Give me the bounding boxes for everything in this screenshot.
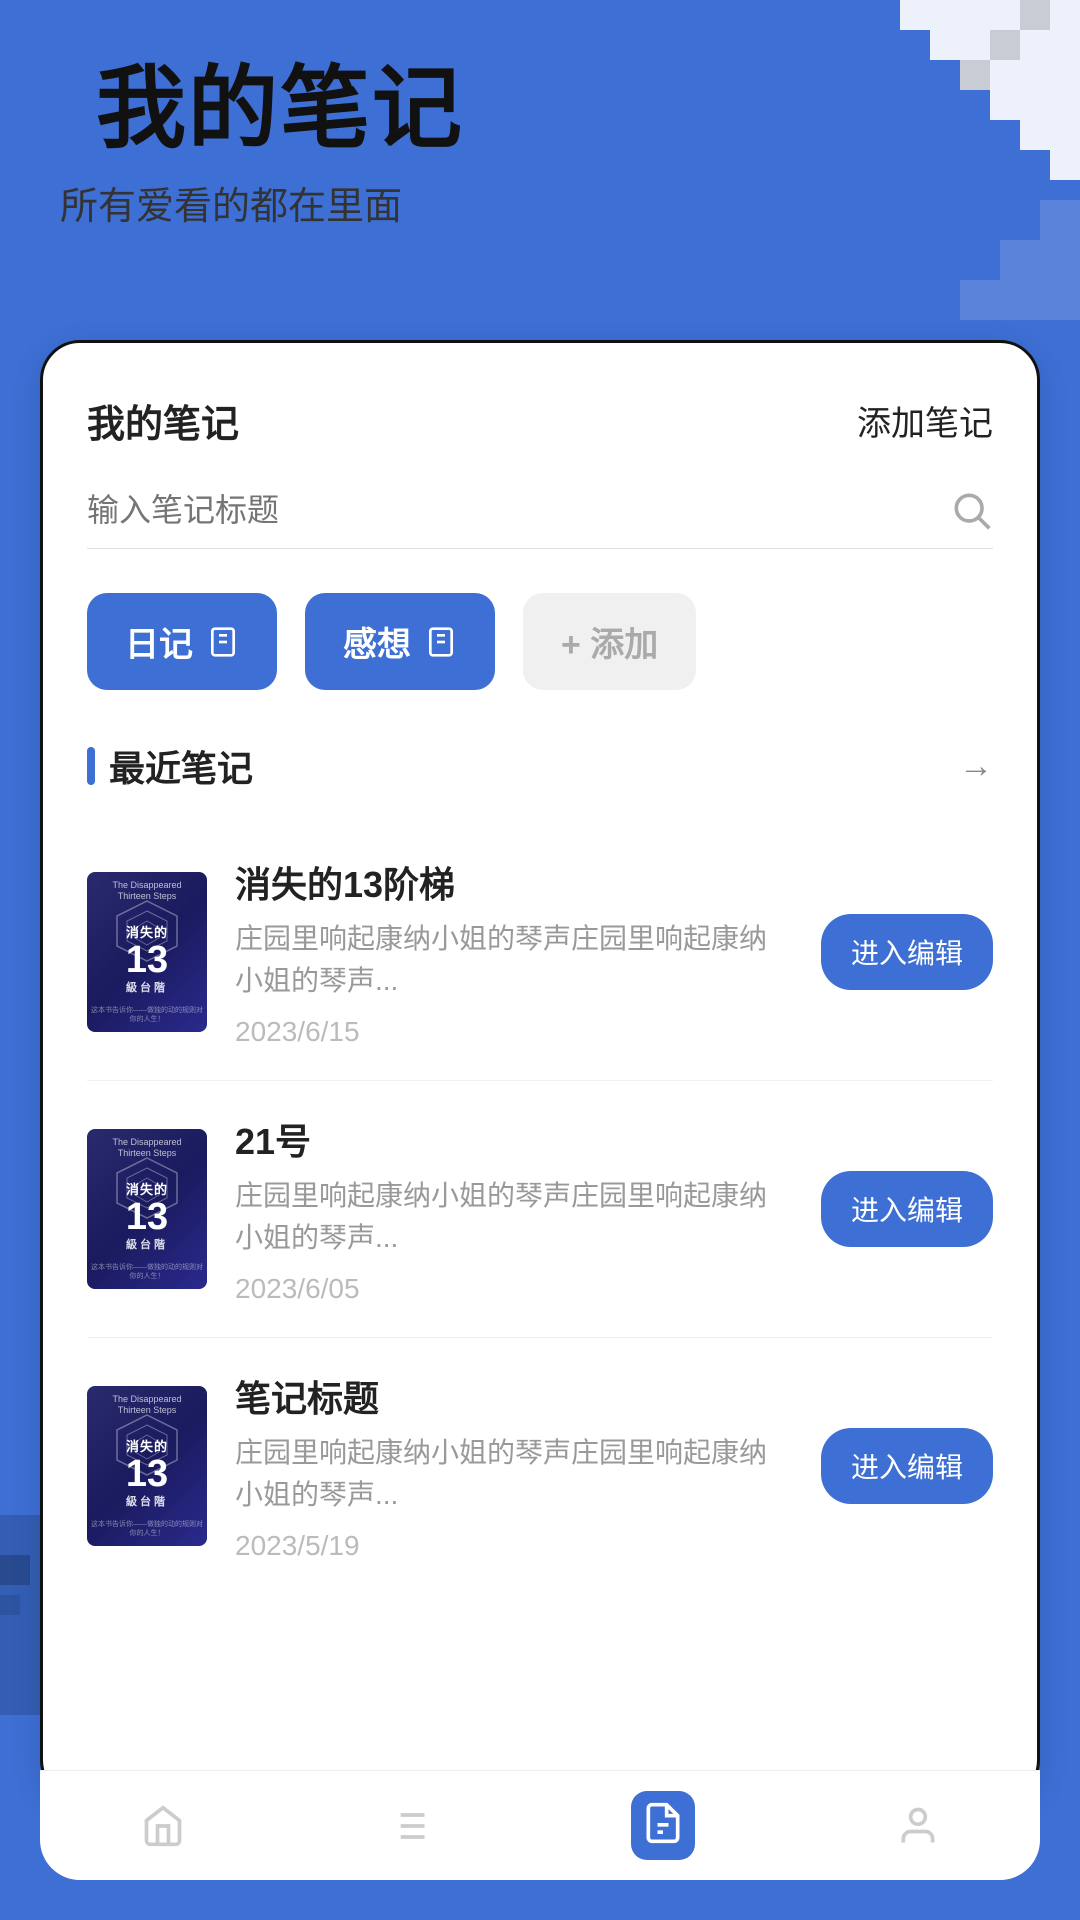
book-num-3: 13 [87, 1455, 207, 1493]
page-title: 我的笔记 [96, 60, 1020, 159]
book-cover-3: The DisappearedThirteen Steps 消失的 13 級台階… [87, 1386, 207, 1546]
category-diary[interactable]: 日记 [87, 593, 277, 690]
card-title: 我的笔记 [87, 393, 239, 448]
note-date-3: 2023/5/19 [235, 1530, 793, 1562]
note-content-2: 21号 庄园里响起康纳小姐的琴声庄园里响起康纳小姐的琴声... 2023/6/0… [235, 1113, 793, 1305]
book-zh-bot-1: 級台階 [87, 979, 207, 995]
note-excerpt-1: 庄园里响起康纳小姐的琴声庄园里响起康纳小姐的琴声... [235, 918, 793, 1002]
book-desc-3: 这本书告诉你——做独的动的规则对你的人生！ [91, 1520, 203, 1538]
accent-bar-2 [60, 116, 78, 144]
book-num-1: 13 [87, 941, 207, 979]
section-title: 最近笔记 [109, 740, 253, 792]
note-date-2: 2023/6/05 [235, 1273, 793, 1305]
notes-icon-active-bg [631, 1791, 695, 1860]
book-cover-2: The DisappearedThirteen Steps 消失的 13 級台階… [87, 1129, 207, 1289]
nav-list[interactable] [386, 1804, 430, 1848]
home-icon [141, 1804, 185, 1848]
category-review[interactable]: 感想 [305, 593, 495, 690]
book-num-2: 13 [87, 1198, 207, 1236]
category-review-label: 感想 [343, 617, 411, 666]
note-title-2: 21号 [235, 1113, 793, 1165]
note-content-1: 消失的13阶梯 庄园里响起康纳小姐的琴声庄园里响起康纳小姐的琴声... 2023… [235, 856, 793, 1048]
book-cover-1: The DisappearedThirteen Steps 消失的 13 級台階… [87, 872, 207, 1032]
main-card: 我的笔记 添加笔记 日记 感想 + 添 [40, 340, 1040, 1800]
note-list: The DisappearedThirteen Steps 消失的 13 級台階… [87, 824, 993, 1594]
note-item: The DisappearedThirteen Steps 消失的 13 級台階… [87, 824, 993, 1081]
section-more-arrow[interactable]: → [959, 747, 993, 786]
section-header: 最近笔记 → [87, 740, 993, 792]
page-subtitle: 所有爱看的都在里面 [60, 175, 1020, 230]
accent-bar-3 [60, 154, 78, 182]
search-bar [87, 488, 993, 549]
edit-button-1[interactable]: 进入编辑 [821, 914, 993, 990]
review-icon [425, 626, 457, 658]
edit-button-2[interactable]: 进入编辑 [821, 1171, 993, 1247]
note-excerpt-2: 庄园里响起康纳小姐的琴声庄园里响起康纳小姐的琴声... [235, 1175, 793, 1259]
book-desc-1: 这本书告诉你——做独的动的规则对你的人生！ [91, 1006, 203, 1024]
edit-button-3[interactable]: 进入编辑 [821, 1428, 993, 1504]
nav-profile[interactable] [896, 1804, 940, 1848]
note-item-2: The DisappearedThirteen Steps 消失的 13 級台階… [87, 1081, 993, 1338]
profile-icon [896, 1804, 940, 1848]
title-accent-bars [60, 78, 78, 182]
diary-icon [207, 626, 239, 658]
bottom-nav [40, 1770, 1040, 1880]
search-icon[interactable] [949, 488, 993, 532]
note-title-1: 消失的13阶梯 [235, 856, 793, 908]
section-title-wrap: 最近笔记 [87, 740, 253, 792]
category-add[interactable]: + 添加 [523, 593, 696, 690]
book-zh-bot-3: 級台階 [87, 1493, 207, 1509]
nav-notes-active[interactable] [631, 1791, 695, 1860]
accent-bar-1 [60, 78, 78, 106]
nav-home[interactable] [141, 1804, 185, 1848]
note-date-1: 2023/6/15 [235, 1016, 793, 1048]
category-add-label: + 添加 [561, 617, 658, 666]
card-header: 我的笔记 添加笔记 [87, 393, 993, 448]
note-content-3: 笔记标题 庄园里响起康纳小姐的琴声庄园里响起康纳小姐的琴声... 2023/5/… [235, 1370, 793, 1562]
page-header: 我的笔记 所有爱看的都在里面 [60, 60, 1020, 230]
search-input[interactable] [87, 492, 949, 529]
note-item-3: The DisappearedThirteen Steps 消失的 13 級台階… [87, 1338, 993, 1594]
add-note-button[interactable]: 添加笔记 [857, 396, 993, 445]
list-icon [386, 1804, 430, 1848]
category-diary-label: 日记 [125, 617, 193, 666]
book-desc-2: 这本书告诉你——做独的动的规则对你的人生！ [91, 1263, 203, 1281]
category-row: 日记 感想 + 添加 [87, 593, 993, 690]
book-zh-bot-2: 級台階 [87, 1236, 207, 1252]
note-excerpt-3: 庄园里响起康纳小姐的琴声庄园里响起康纳小姐的琴声... [235, 1432, 793, 1516]
section-accent-bar [87, 747, 95, 785]
notes-icon [641, 1801, 685, 1845]
note-title-3: 笔记标题 [235, 1370, 793, 1422]
